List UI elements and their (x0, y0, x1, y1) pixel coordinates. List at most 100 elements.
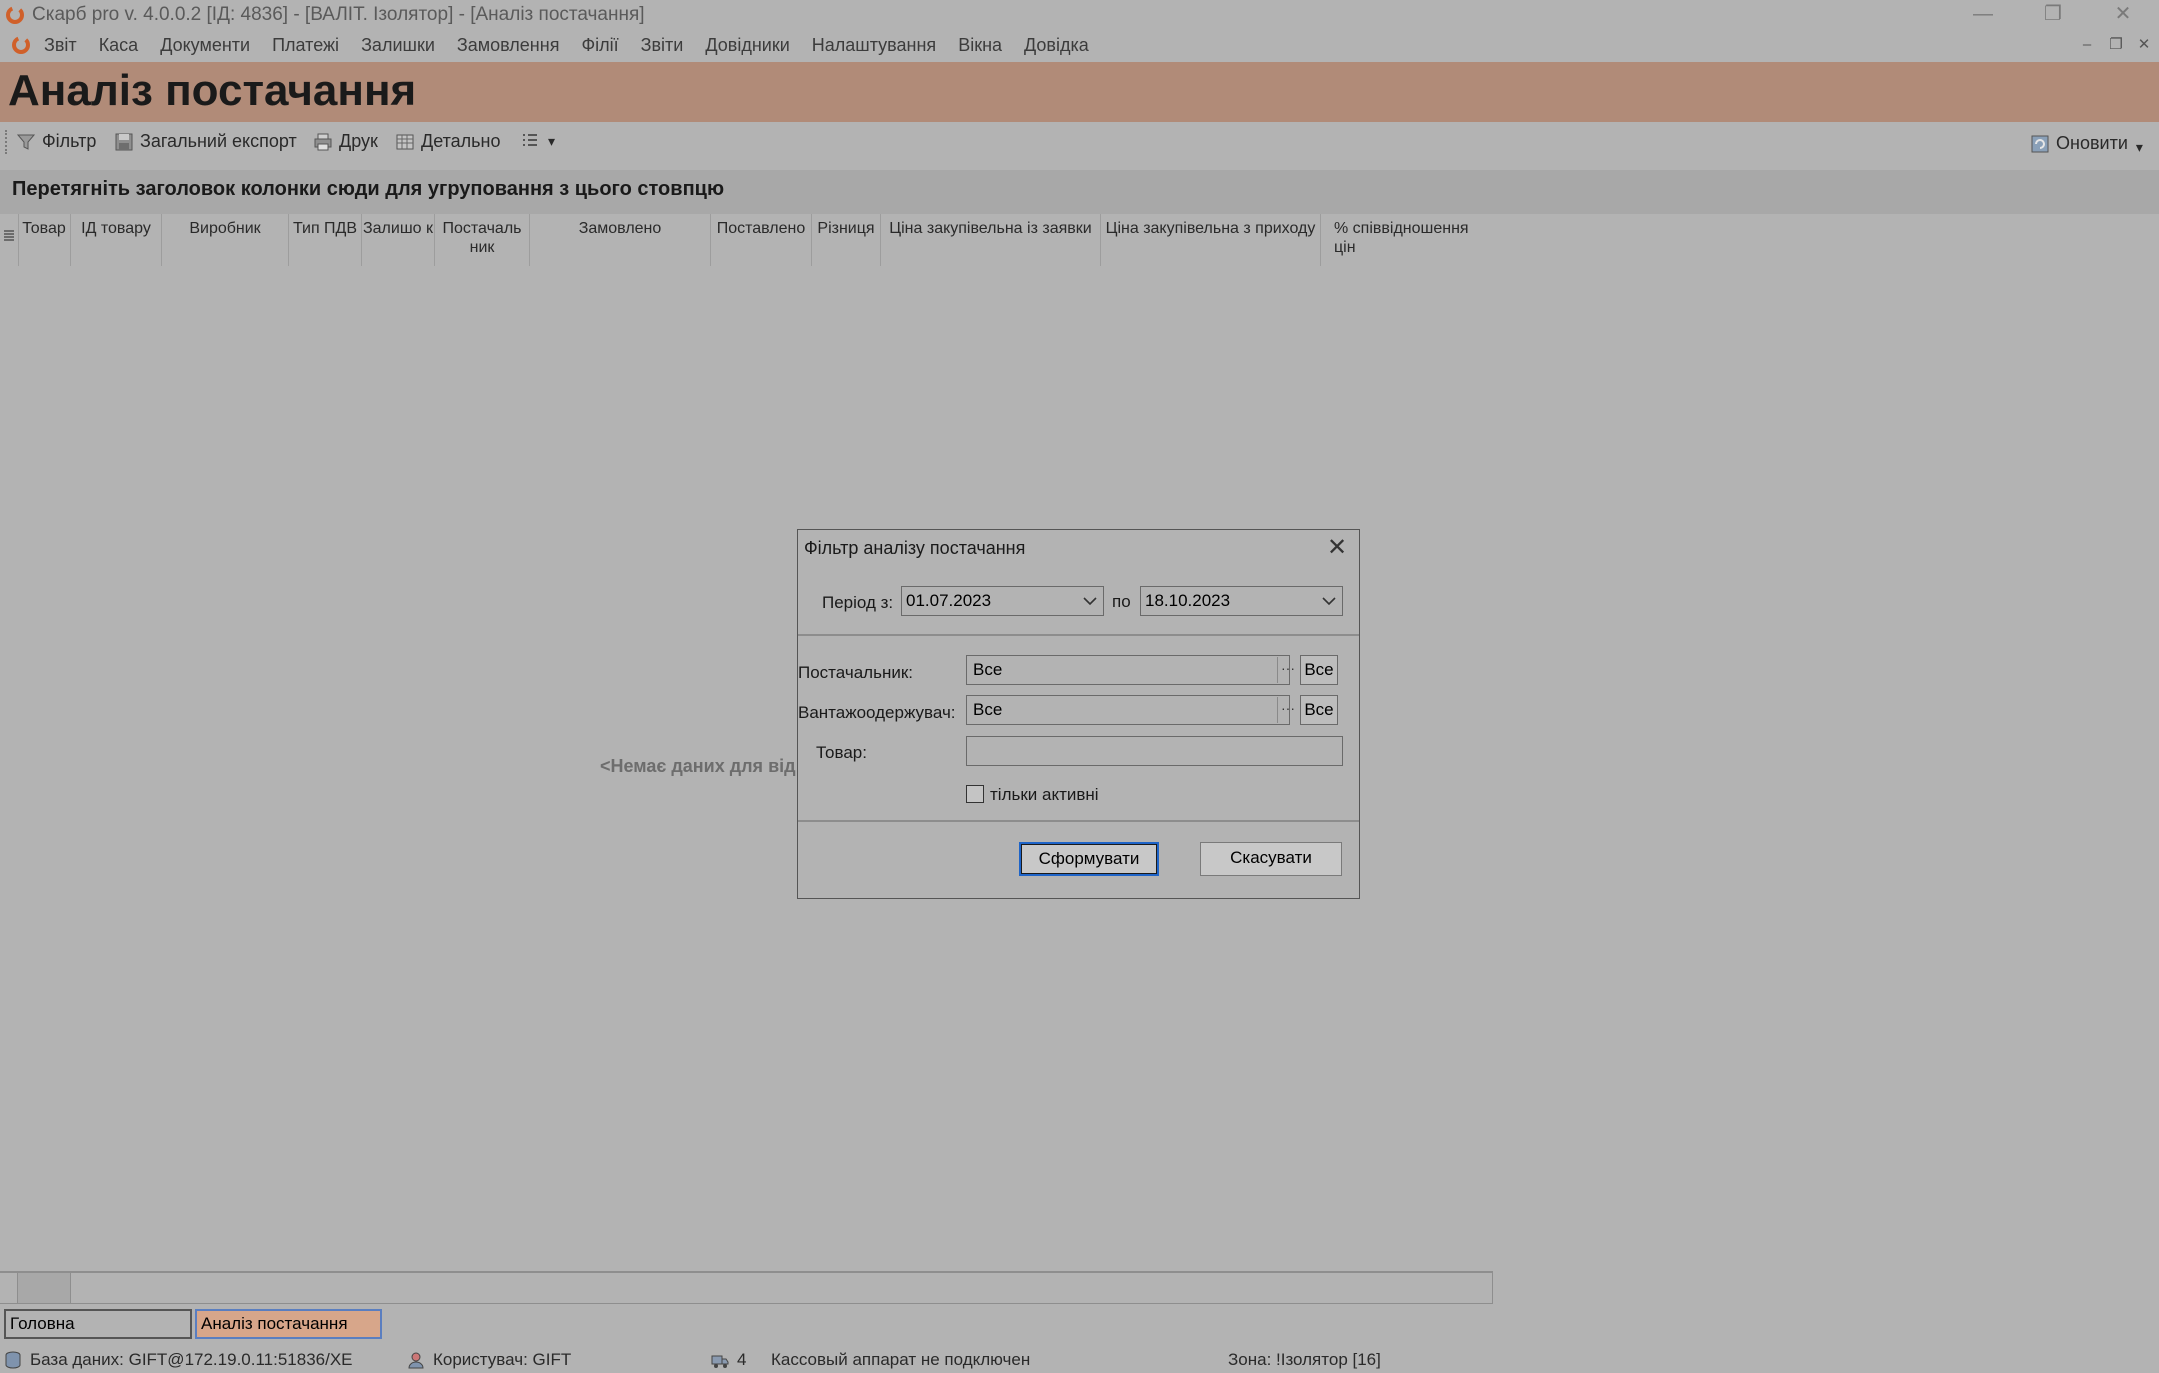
filter-button[interactable]: Фільтр (16, 131, 96, 152)
status-user: Користувач: GIFT (407, 1350, 571, 1370)
export-icon (115, 133, 133, 150)
period-from-combo[interactable]: 01.07.2023 (901, 586, 1104, 616)
list-icon (523, 134, 537, 146)
window-tabs: Головна Аналіз постачання (0, 1306, 2159, 1344)
app-menu-icon[interactable] (11, 35, 31, 55)
print-icon (314, 133, 332, 150)
status-cashbox-text: Кассовый аппарат не подключен (771, 1350, 1031, 1369)
menu-item-dovidnyky[interactable]: Довідники (705, 35, 789, 56)
column-header-difference[interactable]: Різниця (812, 219, 880, 238)
app-logo-icon (6, 6, 24, 24)
cancel-button[interactable]: Скасувати (1200, 842, 1342, 876)
status-user-text: Користувач: GIFT (433, 1350, 572, 1369)
column-header-supplier[interactable]: Постачаль ник (435, 219, 529, 257)
restore-button[interactable]: ❐ (2023, 0, 2083, 30)
list-options-button[interactable]: ▾ (520, 131, 555, 151)
menu-item-zvity[interactable]: Звіти (641, 35, 684, 56)
mdi-restore-button[interactable]: ❐ (2105, 34, 2127, 56)
product-label: Товар: (816, 743, 867, 762)
mdi-minimize-button[interactable]: – (2076, 34, 2098, 56)
menu-item-nalashtuvannia[interactable]: Налаштування (812, 35, 936, 56)
column-header-receipt-price[interactable]: Ціна закупівельна з приходу (1101, 219, 1320, 238)
only-active-label: тільки активні (990, 785, 1099, 804)
submit-button[interactable]: Сформувати (1019, 842, 1159, 876)
filter-icon (16, 134, 36, 150)
menu-item-filii[interactable]: Філії (581, 35, 618, 56)
menu-item-kasa[interactable]: Каса (99, 35, 139, 56)
column-header-stock[interactable]: Залишо к (362, 219, 434, 238)
supplier-ellipsis-button[interactable]: ··· (1277, 657, 1298, 683)
column-header-product-id[interactable]: ІД товару (71, 219, 161, 238)
column-header-ordered[interactable]: Замовлено (530, 219, 710, 238)
status-count: 4 (711, 1350, 746, 1370)
consignee-label: Вантажоодержувач: (798, 703, 956, 722)
consignee-value: Все (973, 700, 1003, 719)
supplier-value: Все (973, 660, 1003, 679)
filter-dialog: Фільтр аналізу постачання ✕ Період з: 01… (797, 529, 1360, 899)
close-window-button[interactable]: ✕ (2093, 0, 2153, 30)
period-to-value: 18.10.2023 (1145, 591, 1231, 610)
page-header: Аналіз постачання (0, 62, 2159, 122)
group-by-panel[interactable]: Перетягніть заголовок колонки сюди для у… (0, 170, 2159, 214)
toolbar-grip[interactable] (5, 130, 10, 154)
column-header-price-ratio[interactable]: % співвідношення цін (1334, 219, 1479, 257)
grid-footer-scrollbar[interactable] (0, 1271, 1493, 1304)
column-header-delivered[interactable]: Поставлено (711, 219, 811, 238)
supplier-field[interactable]: Все (966, 655, 1290, 685)
consignee-all-button[interactable]: Все (1300, 695, 1338, 725)
refresh-dropdown-icon[interactable]: ▾ (2136, 139, 2143, 156)
status-zone-text: Зона: !Ізолятор [16] (1228, 1350, 1381, 1369)
database-icon (5, 1351, 21, 1369)
window-title: Скарб pro v. 4.0.0.2 [ІД: 4836] - [ВАЛІТ… (32, 4, 645, 25)
period-from-label: Період з: (822, 593, 894, 612)
print-button[interactable]: Друк (313, 131, 378, 152)
export-button[interactable]: Загальний експорт (114, 131, 297, 152)
supplier-label: Постачальник: (798, 663, 913, 682)
page-title: Аналіз постачання (8, 66, 417, 115)
period-from-value: 01.07.2023 (906, 591, 992, 610)
menu-list: Звіт Каса Документи Платежі Залишки Замо… (44, 35, 1111, 56)
export-label: Загальний експорт (140, 131, 297, 151)
dialog-title: Фільтр аналізу постачання (804, 538, 1026, 558)
status-bar: База даних: GIFT@172.19.0.11:51836/XE Ко… (0, 1347, 2159, 1373)
grid-header: Товар ІД товару Виробник Тип ПДВ Залишо … (0, 214, 1480, 266)
menu-item-zalyshky[interactable]: Залишки (361, 35, 435, 56)
only-active-checkbox[interactable] (966, 785, 984, 803)
chevron-down-icon[interactable] (1081, 590, 1099, 612)
mdi-close-button[interactable]: ✕ (2133, 34, 2155, 56)
print-label: Друк (339, 131, 378, 151)
menu-item-zamovlennia[interactable]: Замовлення (457, 35, 560, 56)
title-bar: Скарб pro v. 4.0.0.2 [ІД: 4836] - [ВАЛІТ… (0, 0, 2159, 30)
period-to-combo[interactable]: 18.10.2023 (1140, 586, 1343, 616)
toolbar: Фільтр Загальний експорт Друк Детально ▾… (0, 122, 2159, 162)
tab-main[interactable]: Головна (4, 1309, 192, 1339)
scrollbar-thumb[interactable] (17, 1273, 71, 1303)
chevron-down-icon[interactable] (1320, 590, 1338, 612)
detail-label: Детально (421, 131, 501, 151)
status-database: База даних: GIFT@172.19.0.11:51836/XE (4, 1350, 353, 1370)
menu-item-vikna[interactable]: Вікна (958, 35, 1002, 56)
group-by-hint: Перетягніть заголовок колонки сюди для у… (12, 178, 725, 200)
column-chooser-icon[interactable] (3, 229, 15, 243)
menu-item-dovidka[interactable]: Довідка (1024, 35, 1089, 56)
refresh-icon (2031, 135, 2049, 152)
menu-bar: Звіт Каса Документи Платежі Залишки Замо… (0, 30, 2159, 62)
tab-supply-analysis[interactable]: Аналіз постачання (195, 1309, 382, 1339)
dialog-close-icon[interactable]: ✕ (1323, 534, 1351, 562)
supplier-all-button[interactable]: Все (1300, 655, 1338, 685)
menu-item-platezhi[interactable]: Платежі (272, 35, 339, 56)
column-header-manufacturer[interactable]: Виробник (162, 219, 288, 238)
column-header-vat-type[interactable]: Тип ПДВ (289, 219, 361, 238)
user-icon (408, 1352, 424, 1369)
detail-button[interactable]: Детально (395, 131, 501, 152)
status-count-text: 4 (737, 1350, 747, 1369)
consignee-ellipsis-button[interactable]: ··· (1277, 697, 1298, 723)
minimize-button[interactable]: — (1953, 0, 2013, 30)
column-header-tovar[interactable]: Товар (18, 219, 70, 238)
product-input[interactable] (966, 736, 1343, 766)
refresh-button[interactable]: Оновити ▾ (2030, 131, 2143, 156)
consignee-field[interactable]: Все (966, 695, 1290, 725)
menu-item-dokumenty[interactable]: Документи (160, 35, 250, 56)
column-header-order-price[interactable]: Ціна закупівельна із заявки (881, 219, 1100, 238)
menu-item-zvit[interactable]: Звіт (44, 35, 77, 56)
